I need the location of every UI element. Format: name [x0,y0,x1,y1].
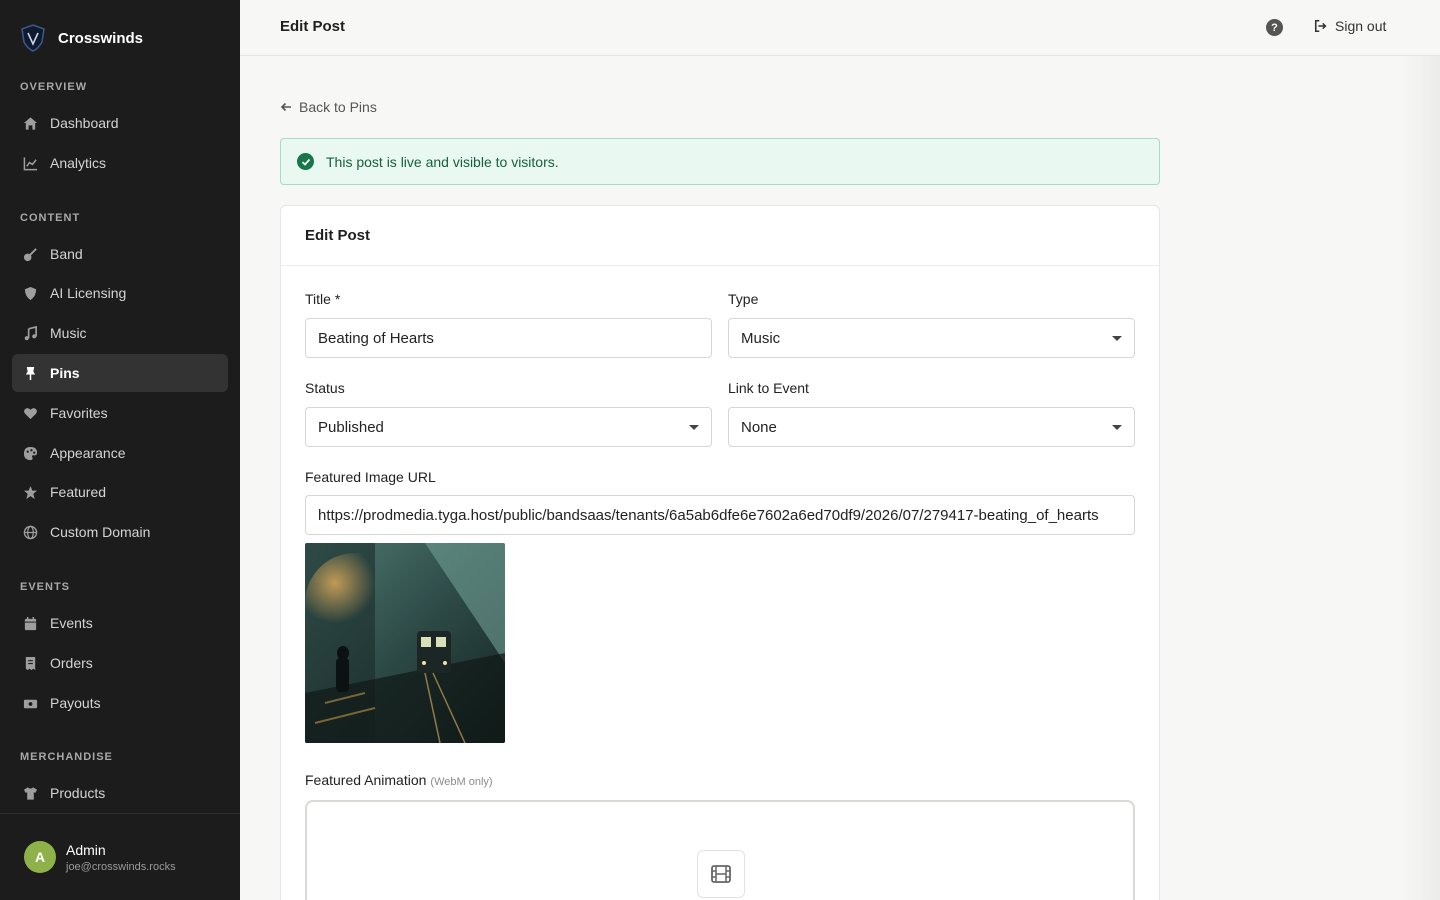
chart-line-icon [22,155,38,171]
type-select[interactable]: Music [728,318,1135,358]
shield-logo-icon [21,24,45,52]
sidebar-item-label: Featured [50,484,107,500]
sidebar-item-favorites[interactable]: Favorites [12,394,228,432]
sidebar-item-label: Orders [50,655,93,671]
sidebar-item-music[interactable]: Music [12,314,228,352]
sidebar-item-band[interactable]: Band [12,235,228,273]
featured-animation-label: Featured Animation (WebM only) [305,772,493,788]
caret-down-icon [1112,425,1122,430]
pin-icon [22,365,38,381]
sidebar-item-label: Favorites [50,405,108,421]
webm-hint: (WebM only) [430,776,493,788]
sidebar: Crosswinds Overview Dashboard Analytics … [0,0,240,900]
shirt-icon [22,785,38,801]
help-icon[interactable]: ? [1266,19,1283,36]
shield-icon [22,285,38,301]
sidebar-item-appearance[interactable]: Appearance [12,434,228,472]
image-url-input[interactable]: https://prodmedia.tyga.host/public/bands… [305,495,1135,535]
receipt-icon [22,655,38,671]
page-title: Edit Post [280,18,346,35]
arrow-left-icon [280,102,291,112]
status-select[interactable]: Published [305,407,712,447]
sidebar-item-dashboard[interactable]: Dashboard [12,104,228,142]
heart-icon [22,405,38,421]
sidebar-item-ai-licensing[interactable]: AI Licensing [12,274,228,312]
sign-out-icon [1314,19,1327,33]
sidebar-item-label: Band [50,246,83,262]
right-edge-shade [1400,56,1440,900]
palette-icon [22,445,38,461]
sidebar-item-products[interactable]: Products [12,774,228,812]
sidebar-item-label: Dashboard [50,115,119,131]
money-icon [22,695,38,711]
calendar-icon [22,615,38,631]
back-to-pins-link[interactable]: Back to Pins [280,99,377,115]
caret-down-icon [1112,336,1122,341]
star-icon [22,484,38,500]
globe-icon [22,524,38,540]
status-alert: This post is live and visible to visitor… [280,138,1160,185]
link-event-select[interactable]: None [728,407,1135,447]
avatar: A [24,841,56,873]
guitar-icon [22,246,38,262]
sidebar-item-events[interactable]: Events [12,604,228,642]
sign-out-label: Sign out [1335,18,1387,34]
sidebar-item-pins[interactable]: Pins [12,354,228,392]
sidebar-item-label: Music [50,325,87,341]
user-name: Admin [66,841,106,858]
section-label-merchandise: Merchandise [20,751,113,763]
user-email: joe@crosswinds.rocks [66,860,176,873]
sign-out-button[interactable]: Sign out [1314,18,1386,34]
sidebar-item-label: Appearance [50,445,126,461]
sidebar-item-label: Analytics [50,155,107,171]
sidebar-item-label: Pins [50,365,80,381]
link-event-label: Link to Event [728,380,809,396]
status-value: Published [318,418,384,436]
animation-dropzone[interactable] [305,800,1135,900]
sidebar-item-label: Events [50,615,93,631]
sidebar-item-analytics[interactable]: Analytics [12,144,228,182]
link-event-value: None [741,418,777,436]
brand[interactable]: Crosswinds [20,24,143,52]
user-profile[interactable]: A Admin joe@crosswinds.rocks [0,813,240,900]
sidebar-item-label: Payouts [50,695,101,711]
sidebar-item-payouts[interactable]: Payouts [12,684,228,722]
alert-text: This post is live and visible to visitor… [326,153,559,170]
film-icon[interactable] [697,850,745,898]
home-icon [22,115,38,131]
type-label: Type [728,291,759,307]
sidebar-item-featured[interactable]: Featured [12,473,228,511]
brand-name: Crosswinds [58,29,144,47]
section-label-events: Events [20,581,71,593]
caret-down-icon [689,425,699,430]
topbar: Edit Post ? Sign out [240,0,1440,56]
sidebar-item-label: AI Licensing [50,285,127,301]
title-input[interactable]: Beating of Hearts [305,318,712,358]
sidebar-item-orders[interactable]: Orders [12,644,228,682]
title-label: Title * [305,291,341,307]
edit-post-card: Edit Post Title * Beating of Hearts Type… [280,205,1160,900]
section-label-content: Content [20,212,81,224]
section-label-overview: Overview [20,81,88,93]
check-circle-icon [297,153,314,170]
card-title: Edit Post [281,206,1159,266]
music-icon [22,325,38,341]
featured-image-preview [305,543,505,743]
featured-animation-text: Featured Animation [305,772,427,788]
back-link-label: Back to Pins [299,99,377,115]
sidebar-item-label: Products [50,785,106,801]
status-label: Status [305,380,345,396]
subway-painting-image [305,543,505,743]
sidebar-item-custom-domain[interactable]: Custom Domain [12,513,228,551]
sidebar-item-label: Custom Domain [50,524,151,540]
type-value: Music [741,329,781,347]
image-url-label: Featured Image URL [305,469,436,485]
